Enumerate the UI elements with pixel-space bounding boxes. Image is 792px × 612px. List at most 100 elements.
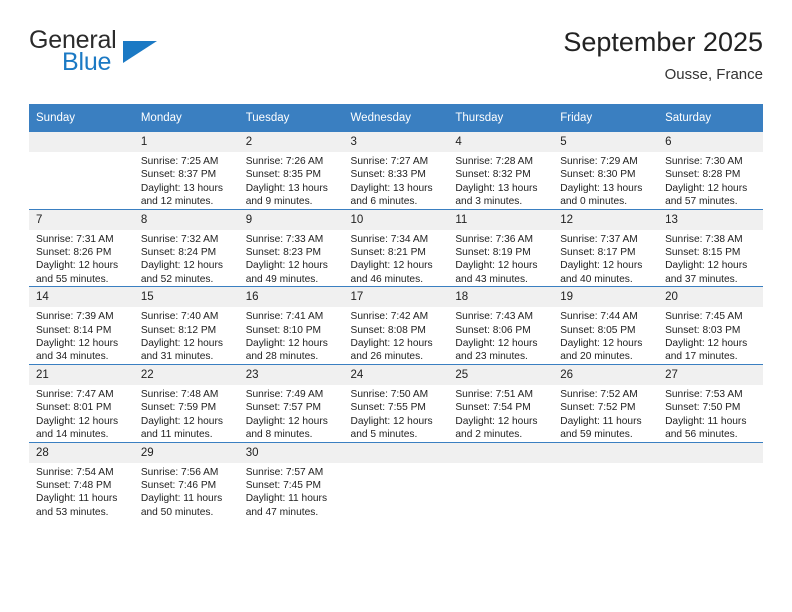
calendar-day-cell[interactable]: 17 Sunrise: 7:42 AM Sunset: 8:08 PM Dayligh… xyxy=(343,286,449,365)
daylight-text-line2: and 56 minutes. xyxy=(665,429,738,441)
day-details: Sunrise: 7:41 AM Sunset: 8:10 PM Daylight:… xyxy=(239,307,344,364)
daylight-text-line2: and 17 minutes. xyxy=(665,351,738,363)
calendar-day-cell[interactable]: 2 Sunrise: 7:26 AM Sunset: 8:35 PM Daylight… xyxy=(238,132,344,210)
day-number: 28 xyxy=(29,442,134,463)
sunrise-text: Sunrise: 7:25 AM xyxy=(140,156,219,167)
day-number: 17 xyxy=(343,287,449,308)
daylight-text-line2: and 20 minutes. xyxy=(560,351,633,363)
daylight-text-line1: Daylight: 12 hours xyxy=(560,338,643,350)
weekday-header-saturday: Saturday xyxy=(658,104,763,132)
calendar-day-cell[interactable]: 30 Sunrise: 7:57 AM Sunset: 7:45 PM Dayligh… xyxy=(238,441,344,520)
day-details: Sunrise: 7:52 AM Sunset: 7:52 PM Daylight:… xyxy=(553,385,658,442)
calendar-day-cell[interactable]: 12 Sunrise: 7:37 AM Sunset: 8:17 PM Dayligh… xyxy=(553,208,659,287)
day-number: 5 xyxy=(553,132,659,152)
calendar-day-cell[interactable]: 3 Sunrise: 7:27 AM Sunset: 8:33 PM Daylight… xyxy=(343,132,449,210)
calendar-day-cell[interactable]: 6 Sunrise: 7:30 AM Sunset: 8:28 PM Daylight… xyxy=(658,132,763,210)
day-number: 27 xyxy=(658,364,763,385)
sunrise-text: Sunrise: 7:41 AM xyxy=(245,311,324,323)
day-details: Sunrise: 7:30 AM Sunset: 8:28 PM Daylight:… xyxy=(658,152,763,209)
sunset-text: Sunset: 7:50 PM xyxy=(665,402,741,414)
daylight-text-line2: and 47 minutes. xyxy=(245,506,319,518)
daylight-text-line2: and 31 minutes. xyxy=(140,351,214,363)
general-blue-logo[interactable]: General Blue xyxy=(29,26,209,88)
day-details: Sunrise: 7:37 AM Sunset: 8:17 PM Daylight:… xyxy=(553,230,658,287)
daylight-text-line2: and 3 minutes. xyxy=(455,196,523,208)
daylight-text-line2: and 40 minutes. xyxy=(560,273,633,285)
daylight-text-line1: Daylight: 12 hours xyxy=(140,415,223,427)
calendar-day-cell[interactable]: 9 Sunrise: 7:33 AM Sunset: 8:23 PM Daylight… xyxy=(238,208,344,287)
day-number: 25 xyxy=(448,364,554,385)
calendar-day-cell[interactable]: 24 Sunrise: 7:50 AM Sunset: 7:55 PM Dayligh… xyxy=(343,363,449,442)
day-details: Sunrise: 7:36 AM Sunset: 8:19 PM Daylight:… xyxy=(448,230,553,287)
calendar-day-cell[interactable]: 27 Sunrise: 7:53 AM Sunset: 7:50 PM Dayligh… xyxy=(658,363,763,442)
daylight-text-line2: and 52 minutes. xyxy=(140,273,214,285)
calendar-day-cell[interactable]: 10 Sunrise: 7:34 AM Sunset: 8:21 PM Dayligh… xyxy=(343,208,449,287)
sunset-text: Sunset: 8:32 PM xyxy=(455,169,531,181)
daylight-text-line1: Daylight: 11 hours xyxy=(560,415,642,427)
calendar-day-cell[interactable]: 5 Sunrise: 7:29 AM Sunset: 8:30 PM Daylight… xyxy=(553,132,659,210)
calendar-week-row: 7 Sunrise: 7:31 AM Sunset: 8:26 PM Daylight… xyxy=(29,208,763,287)
daylight-text-line1: Daylight: 12 hours xyxy=(140,338,223,350)
calendar-day-cell[interactable]: 8 Sunrise: 7:32 AM Sunset: 8:24 PM Daylight… xyxy=(133,208,239,287)
calendar-day-cell[interactable]: 22 Sunrise: 7:48 AM Sunset: 7:59 PM Dayligh… xyxy=(133,363,239,442)
day-number: 6 xyxy=(658,132,763,152)
weekday-header-wednesday: Wednesday xyxy=(343,104,449,132)
day-number: 11 xyxy=(448,209,554,230)
calendar-day-cell[interactable]: 4 Sunrise: 7:28 AM Sunset: 8:32 PM Daylight… xyxy=(448,132,554,210)
sunrise-text: Sunrise: 7:29 AM xyxy=(560,156,638,167)
calendar-day-cell[interactable]: 1 Sunrise: 7:25 AM Sunset: 8:37 PM Daylight… xyxy=(133,132,239,210)
calendar-day-cell[interactable]: 14 Sunrise: 7:39 AM Sunset: 8:14 PM Dayligh… xyxy=(29,286,134,365)
day-number: 14 xyxy=(29,287,134,308)
daylight-text-line1: Daylight: 12 hours xyxy=(350,415,433,427)
calendar-day-cell[interactable]: 16 Sunrise: 7:41 AM Sunset: 8:10 PM Dayligh… xyxy=(238,286,344,365)
daylight-text-line2: and 5 minutes. xyxy=(350,429,418,441)
calendar-week-row: 1 Sunrise: 7:25 AM Sunset: 8:37 PM Daylight… xyxy=(29,132,763,210)
calendar-day-cell-empty xyxy=(448,441,554,520)
day-details: Sunrise: 7:43 AM Sunset: 8:06 PM Daylight:… xyxy=(448,307,553,364)
sunset-text: Sunset: 8:14 PM xyxy=(36,324,112,336)
sunset-text: Sunset: 8:35 PM xyxy=(245,169,322,181)
calendar-day-cell[interactable]: 21 Sunrise: 7:47 AM Sunset: 8:01 PM Dayligh… xyxy=(29,363,134,442)
sunrise-text: Sunrise: 7:31 AM xyxy=(36,233,114,245)
sunset-text: Sunset: 8:15 PM xyxy=(665,247,741,259)
sunrise-text: Sunrise: 7:33 AM xyxy=(245,233,324,245)
day-number: 23 xyxy=(238,364,344,385)
sunset-text: Sunset: 8:33 PM xyxy=(350,169,426,181)
day-number: 7 xyxy=(29,209,134,230)
daylight-text-line2: and 12 minutes. xyxy=(140,196,214,208)
calendar-day-cell[interactable]: 23 Sunrise: 7:49 AM Sunset: 7:57 PM Dayligh… xyxy=(238,363,344,442)
calendar-table: Sunday Monday Tuesday Wednesday Thursday… xyxy=(29,104,763,520)
sunset-text: Sunset: 8:12 PM xyxy=(140,324,217,336)
day-details: Sunrise: 7:38 AM Sunset: 8:15 PM Daylight:… xyxy=(658,230,763,287)
daylight-text-line2: and 37 minutes. xyxy=(665,273,738,285)
day-number: 9 xyxy=(238,209,344,230)
day-number: 8 xyxy=(133,209,239,230)
daylight-text-line2: and 59 minutes. xyxy=(560,429,633,441)
sunset-text: Sunset: 8:21 PM xyxy=(350,247,426,259)
sunrise-text: Sunrise: 7:26 AM xyxy=(245,156,324,167)
daylight-text-line2: and 2 minutes. xyxy=(455,429,523,441)
triangle-icon xyxy=(123,41,157,63)
sunset-text: Sunset: 8:01 PM xyxy=(36,402,112,414)
sunset-text: Sunset: 8:10 PM xyxy=(245,324,322,336)
calendar-day-cell[interactable]: 29 Sunrise: 7:56 AM Sunset: 7:46 PM Dayligh… xyxy=(133,441,239,520)
day-number: 20 xyxy=(658,287,763,308)
sunrise-text: Sunrise: 7:34 AM xyxy=(350,233,429,245)
calendar-day-cell-empty xyxy=(29,132,134,210)
calendar-day-cell[interactable]: 15 Sunrise: 7:40 AM Sunset: 8:12 PM Dayligh… xyxy=(133,286,239,365)
calendar-day-cell[interactable]: 25 Sunrise: 7:51 AM Sunset: 7:54 PM Dayligh… xyxy=(448,363,554,442)
calendar-week-row: 21 Sunrise: 7:47 AM Sunset: 8:01 PM Dayligh… xyxy=(29,363,763,442)
calendar-day-cell[interactable]: 13 Sunrise: 7:38 AM Sunset: 8:15 PM Dayligh… xyxy=(658,208,763,287)
daylight-text-line1: Daylight: 12 hours xyxy=(36,260,119,272)
calendar-day-cell[interactable]: 7 Sunrise: 7:31 AM Sunset: 8:26 PM Daylight… xyxy=(29,208,134,287)
day-number: 22 xyxy=(133,364,239,385)
calendar-day-cell[interactable]: 28 Sunrise: 7:54 AM Sunset: 7:48 PM Dayligh… xyxy=(29,441,134,520)
calendar-day-cell[interactable]: 18 Sunrise: 7:43 AM Sunset: 8:06 PM Dayligh… xyxy=(448,286,554,365)
sunset-text: Sunset: 8:37 PM xyxy=(140,169,217,181)
calendar-day-cell[interactable]: 20 Sunrise: 7:45 AM Sunset: 8:03 PM Dayligh… xyxy=(658,286,763,365)
calendar-day-cell[interactable]: 19 Sunrise: 7:44 AM Sunset: 8:05 PM Dayligh… xyxy=(553,286,659,365)
calendar-day-cell[interactable]: 11 Sunrise: 7:36 AM Sunset: 8:19 PM Dayligh… xyxy=(448,208,554,287)
daylight-text-line1: Daylight: 12 hours xyxy=(245,415,328,427)
daylight-text-line2: and 49 minutes. xyxy=(245,273,319,285)
calendar-day-cell[interactable]: 26 Sunrise: 7:52 AM Sunset: 7:52 PM Dayligh… xyxy=(553,363,659,442)
